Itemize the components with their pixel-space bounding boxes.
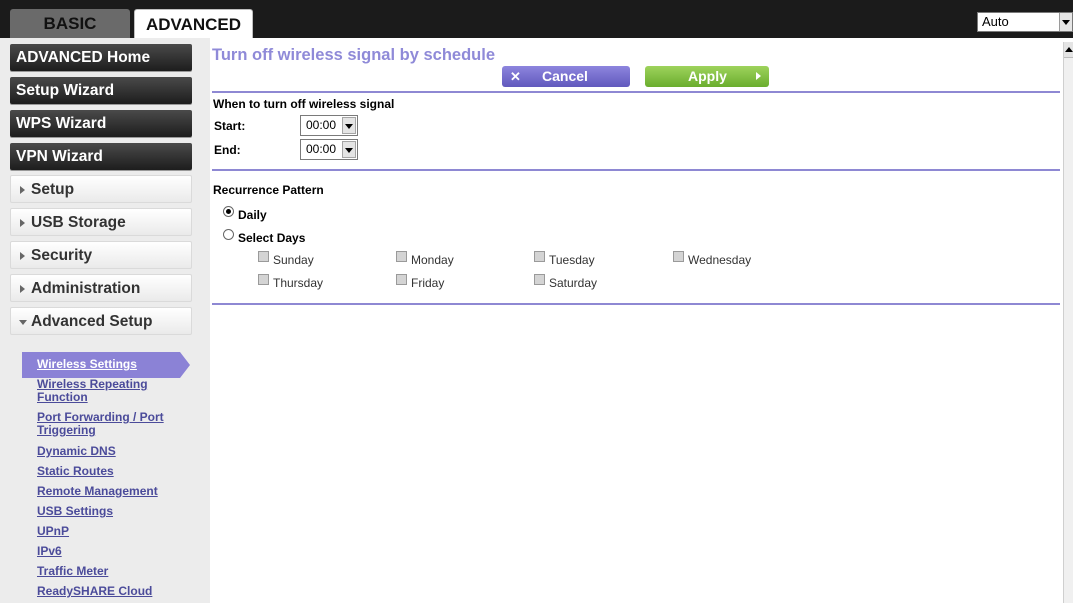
nav-section-label: USB Storage — [31, 214, 126, 231]
nav-section-label: Security — [31, 247, 93, 264]
start-time-select[interactable]: 00:00 — [300, 115, 358, 136]
sublink-static-routes[interactable]: Static Routes — [37, 465, 187, 478]
language-select-value: Auto — [982, 14, 1009, 29]
sidebar: ADVANCED Home Setup Wizard WPS Wizard VP… — [0, 38, 210, 603]
sublink-wireless-settings[interactable]: Wireless Settings — [37, 358, 187, 371]
sublink-upnp[interactable]: UPnP — [37, 525, 187, 538]
tab-advanced[interactable]: ADVANCED — [134, 9, 253, 38]
triangle-right-icon — [20, 219, 25, 227]
top-bar: BASIC ADVANCED Auto — [0, 0, 1073, 38]
sublink-remote-management[interactable]: Remote Management — [37, 485, 187, 498]
select-days-radio[interactable] — [223, 229, 234, 240]
monday-checkbox[interactable] — [396, 251, 407, 262]
nav-section-security[interactable]: Security — [10, 241, 192, 269]
nav-vpn-wizard[interactable]: VPN Wizard — [10, 143, 192, 170]
chevron-down-icon — [342, 141, 356, 158]
sunday-checkbox[interactable] — [258, 251, 269, 262]
close-icon: ✕ — [510, 69, 521, 84]
sublink-port-forwarding[interactable]: Port Forwarding / Port Triggering — [37, 411, 187, 437]
nav-advanced-home[interactable]: ADVANCED Home — [10, 44, 192, 71]
nav-setup-wizard[interactable]: Setup Wizard — [10, 77, 192, 104]
tab-basic[interactable]: BASIC — [10, 9, 130, 38]
thursday-label: Thursday — [273, 276, 324, 290]
tuesday-checkbox[interactable] — [534, 251, 545, 262]
recurrence-label: Recurrence Pattern — [213, 183, 324, 197]
triangle-right-icon — [756, 72, 761, 80]
nav-section-label: Administration — [31, 280, 141, 297]
apply-button[interactable]: Apply — [645, 66, 769, 87]
thursday-checkbox[interactable] — [258, 274, 269, 285]
nav-section-advanced-setup[interactable]: Advanced Setup — [10, 307, 192, 335]
wednesday-checkbox[interactable] — [673, 251, 684, 262]
main-content: Turn off wireless signal by schedule ✕ C… — [210, 38, 1063, 603]
cancel-button-label: Cancel — [542, 68, 588, 84]
end-label: End: — [214, 143, 241, 157]
daily-radio-label: Daily — [238, 208, 267, 222]
sublink-wireless-repeating[interactable]: Wireless Repeating Function — [37, 378, 187, 404]
tuesday-label: Tuesday — [549, 253, 595, 267]
monday-label: Monday — [411, 253, 454, 267]
vertical-scrollbar[interactable] — [1063, 42, 1073, 603]
saturday-label: Saturday — [549, 276, 598, 290]
daily-radio[interactable] — [223, 206, 234, 217]
divider — [212, 303, 1060, 305]
sublink-traffic-meter[interactable]: Traffic Meter — [37, 565, 187, 578]
divider — [212, 169, 1060, 171]
nav-section-administration[interactable]: Administration — [10, 274, 192, 302]
language-select[interactable]: Auto — [977, 12, 1073, 32]
select-days-radio-label: Select Days — [238, 231, 306, 245]
nav-section-usb-storage[interactable]: USB Storage — [10, 208, 192, 236]
chevron-down-icon — [1059, 13, 1072, 31]
start-label: Start: — [214, 119, 246, 133]
friday-checkbox[interactable] — [396, 274, 407, 285]
triangle-right-icon — [20, 186, 25, 194]
end-time-select[interactable]: 00:00 — [300, 139, 358, 160]
saturday-checkbox[interactable] — [534, 274, 545, 285]
scroll-up-icon[interactable] — [1064, 42, 1073, 58]
schedule-section-label: When to turn off wireless signal — [213, 97, 395, 111]
chevron-down-icon — [342, 117, 356, 134]
nav-section-label: Setup — [31, 181, 75, 198]
end-time-value: 00:00 — [306, 142, 337, 156]
sunday-label: Sunday — [273, 253, 314, 267]
triangle-right-icon — [20, 252, 25, 260]
sublink-dynamic-dns[interactable]: Dynamic DNS — [37, 445, 187, 458]
friday-label: Friday — [411, 276, 445, 290]
router-admin-page: BASIC ADVANCED Auto ADVANCED Home Setup … — [0, 0, 1073, 603]
apply-button-label: Apply — [688, 68, 727, 84]
wednesday-label: Wednesday — [688, 253, 752, 267]
divider — [212, 91, 1060, 93]
nav-section-setup[interactable]: Setup — [10, 175, 192, 203]
sublink-ipv6[interactable]: IPv6 — [37, 545, 187, 558]
start-time-value: 00:00 — [306, 118, 337, 132]
page-title: Turn off wireless signal by schedule — [212, 46, 496, 64]
sublink-usb-settings[interactable]: USB Settings — [37, 505, 187, 518]
triangle-right-icon — [20, 285, 25, 293]
sublink-readyshare-cloud[interactable]: ReadySHARE Cloud — [37, 585, 187, 598]
triangle-down-icon — [19, 320, 27, 325]
nav-wps-wizard[interactable]: WPS Wizard — [10, 110, 192, 137]
nav-section-label: Advanced Setup — [31, 313, 153, 330]
cancel-button[interactable]: ✕ Cancel — [502, 66, 630, 87]
